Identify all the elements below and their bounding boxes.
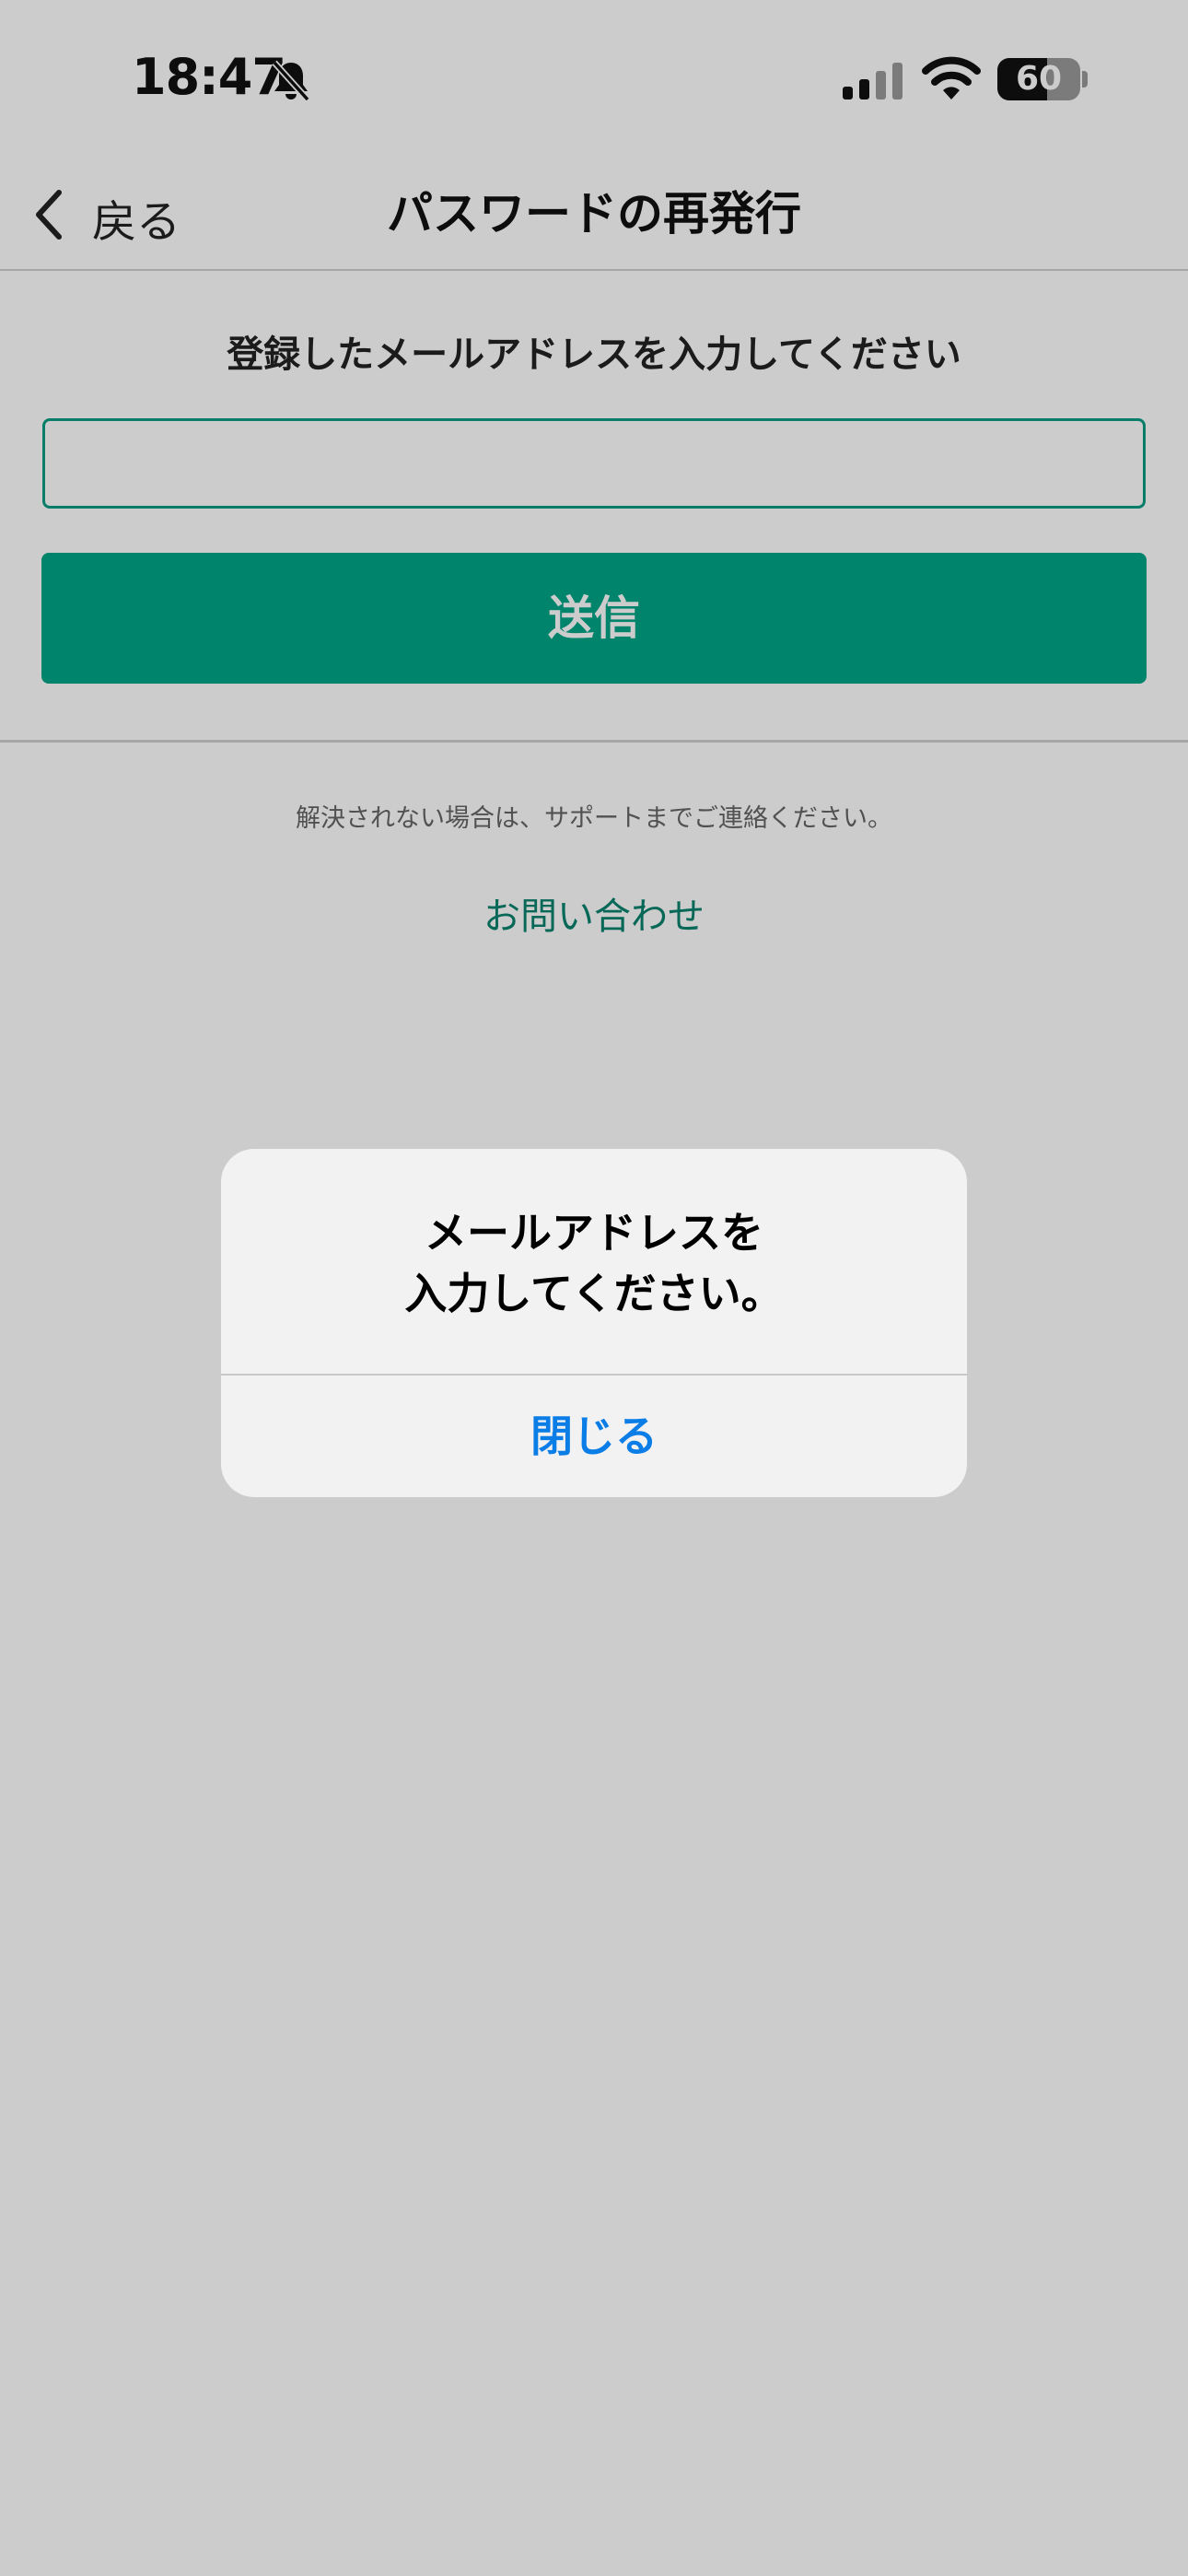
alert-message: メールアドレスを 入力してください。 [221, 1202, 967, 1324]
alert-message-line1: メールアドレスを [425, 1208, 763, 1258]
alert-close-button[interactable]: 閉じる [221, 1376, 967, 1497]
alert-dialog: メールアドレスを 入力してください。 閉じる [221, 1149, 967, 1497]
alert-message-line2: 入力してください。 [404, 1269, 784, 1318]
